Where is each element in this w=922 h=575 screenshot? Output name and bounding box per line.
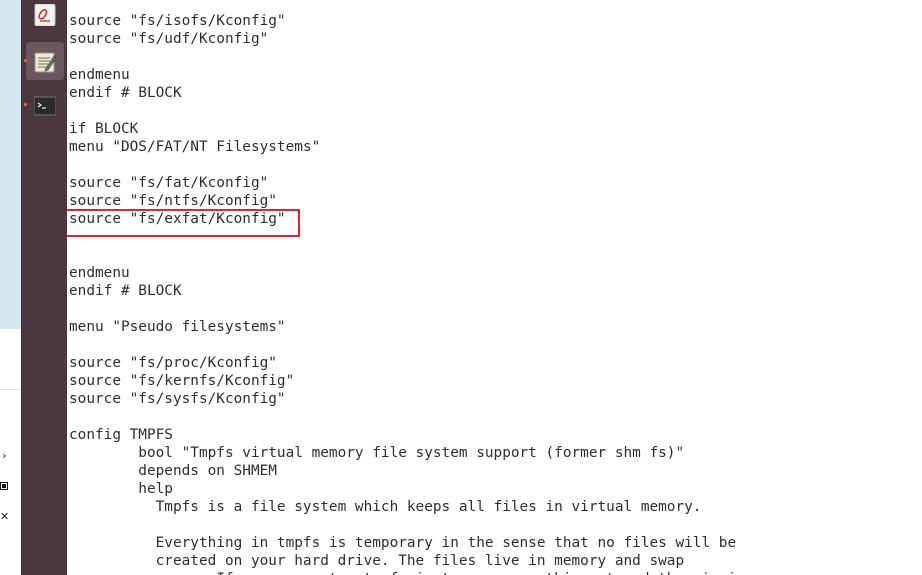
code-line: depends on SHMEM <box>69 463 277 479</box>
code-line: if BLOCK <box>69 121 139 137</box>
code-line-highlighted: source "fs/exfat/Kconfig" <box>69 211 286 227</box>
code-line: endmenu <box>69 265 130 281</box>
code-line: Everything in tmpfs is temporary in the … <box>69 535 737 551</box>
code-line: help <box>69 481 173 497</box>
pdf-document-icon <box>34 4 56 26</box>
launcher-item-pdf-viewer[interactable] <box>26 0 64 38</box>
battery-icon[interactable] <box>0 481 9 493</box>
code-line: Tmpfs is a file system which keeps all f… <box>69 499 702 515</box>
editor-text-area[interactable]: source "fs/isofs/Kconfig" source "fs/udf/… <box>67 0 922 575</box>
code-line: endmenu <box>69 67 130 83</box>
code-line: bool "Tmpfs virtual memory file system s… <box>69 445 685 461</box>
running-indicator <box>24 59 27 62</box>
text-editor-icon <box>34 52 56 73</box>
close-icon[interactable]: ✕ <box>0 511 9 523</box>
code-line: source "fs/proc/Kconfig" <box>69 355 277 371</box>
background-window-panel <box>0 329 21 389</box>
code-line: endif # BLOCK <box>69 85 182 101</box>
background-window-strip: › ✕ <box>0 0 21 575</box>
code-line: space. If you unmount a tmpfs instance, … <box>69 570 745 575</box>
launcher-item-terminal[interactable] <box>24 86 64 124</box>
running-indicator <box>24 103 27 106</box>
code-line: source "fs/kernfs/Kconfig" <box>69 373 295 389</box>
code-line: source "fs/fat/Kconfig" <box>69 175 269 191</box>
code-line: source "fs/udf/Kconfig" <box>69 31 269 47</box>
code-line: source "fs/ntfs/Kconfig" <box>69 193 277 209</box>
terminal-icon <box>34 96 56 116</box>
launcher-item-text-editor[interactable] <box>24 42 64 80</box>
code-line: config TMPFS <box>69 427 173 443</box>
code-line: created on your hard drive. The files li… <box>69 553 685 569</box>
code-line: menu "Pseudo filesystems" <box>69 319 286 335</box>
launcher-dock <box>21 0 68 575</box>
code-line: source "fs/sysfs/Kconfig" <box>69 391 286 407</box>
chevron-right-icon[interactable]: › <box>0 450 9 462</box>
code-line: source "fs/isofs/Kconfig" <box>69 13 286 29</box>
code-line: endif # BLOCK <box>69 283 182 299</box>
code-line: menu "DOS/FAT/NT Filesystems" <box>69 139 321 155</box>
